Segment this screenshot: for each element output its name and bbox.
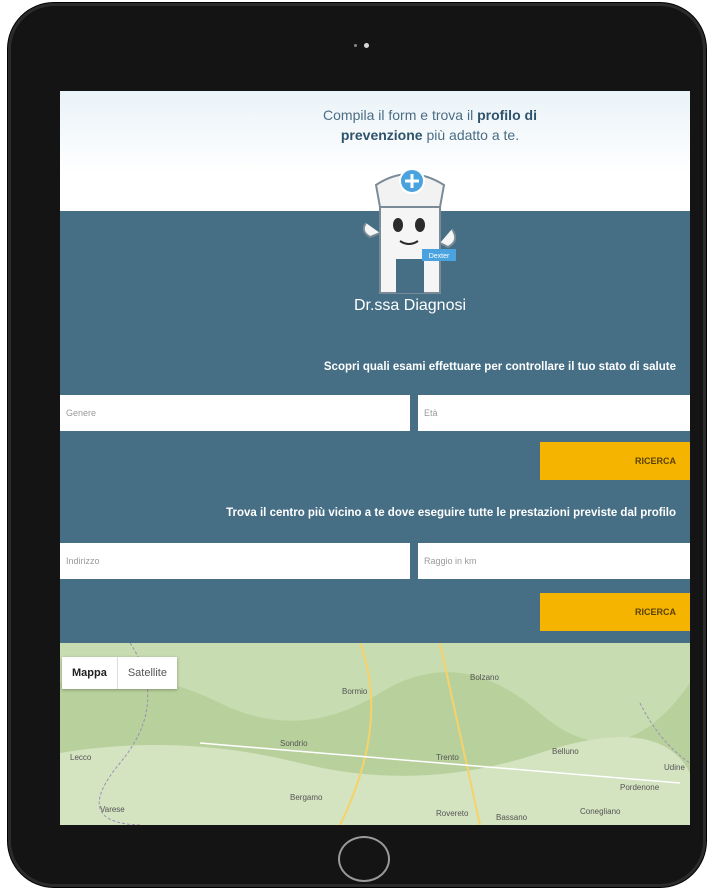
map-type-toggle: Mappa Satellite	[62, 657, 177, 689]
map-label: Bassano	[496, 813, 528, 822]
map-label: Bergamo	[290, 793, 323, 802]
centers-title: Trova il centro più vicino a te dove ese…	[226, 507, 676, 519]
search-title: Scopri quali esami effettuare per contro…	[323, 361, 676, 373]
camera-sensor	[354, 44, 357, 47]
map-label: Varese	[100, 805, 125, 814]
screen: Compila il form e trova il profilo di pr…	[60, 91, 690, 825]
radius-input[interactable]: Raggio in km	[418, 543, 690, 579]
mascot-badge-text: Dexter	[429, 253, 450, 260]
map-label: Udine	[664, 763, 685, 772]
search-centers-button[interactable]: RICERCA	[540, 593, 690, 631]
age-input[interactable]: Età	[418, 395, 690, 431]
map-label: Conegliano	[580, 807, 621, 816]
home-button[interactable]	[338, 836, 390, 882]
map-label: Belluno	[552, 747, 579, 756]
map-toggle-satellite[interactable]: Satellite	[116, 657, 177, 689]
map-view[interactable]: Mappa Satellite Bormio Bolzano Sondrio T…	[60, 643, 690, 825]
map-label: Bolzano	[470, 673, 499, 682]
map-label: Rovereto	[436, 809, 469, 818]
front-camera	[364, 43, 369, 48]
address-input[interactable]: Indirizzo	[60, 543, 410, 579]
doctor-mascot-icon: Dexter	[362, 168, 457, 294]
search-exams-button[interactable]: RICERCA	[540, 442, 690, 480]
map-label: Bormio	[342, 687, 368, 696]
brand-name: Dr.ssa Diagnosi	[353, 297, 467, 314]
headline-line-2: prevenzione più adatto a te.	[340, 127, 520, 143]
map-label: Sondrio	[280, 739, 308, 748]
tablet-frame: Compila il form e trova il profilo di pr…	[8, 3, 706, 887]
map-label: Lecco	[70, 753, 92, 762]
map-label: Pordenone	[620, 783, 660, 792]
gender-input[interactable]: Genere	[60, 395, 410, 431]
map-toggle-map[interactable]: Mappa	[62, 657, 117, 689]
map-label: Trento	[436, 753, 459, 762]
headline-line-1: Compila il form e trova il profilo di	[323, 107, 537, 123]
